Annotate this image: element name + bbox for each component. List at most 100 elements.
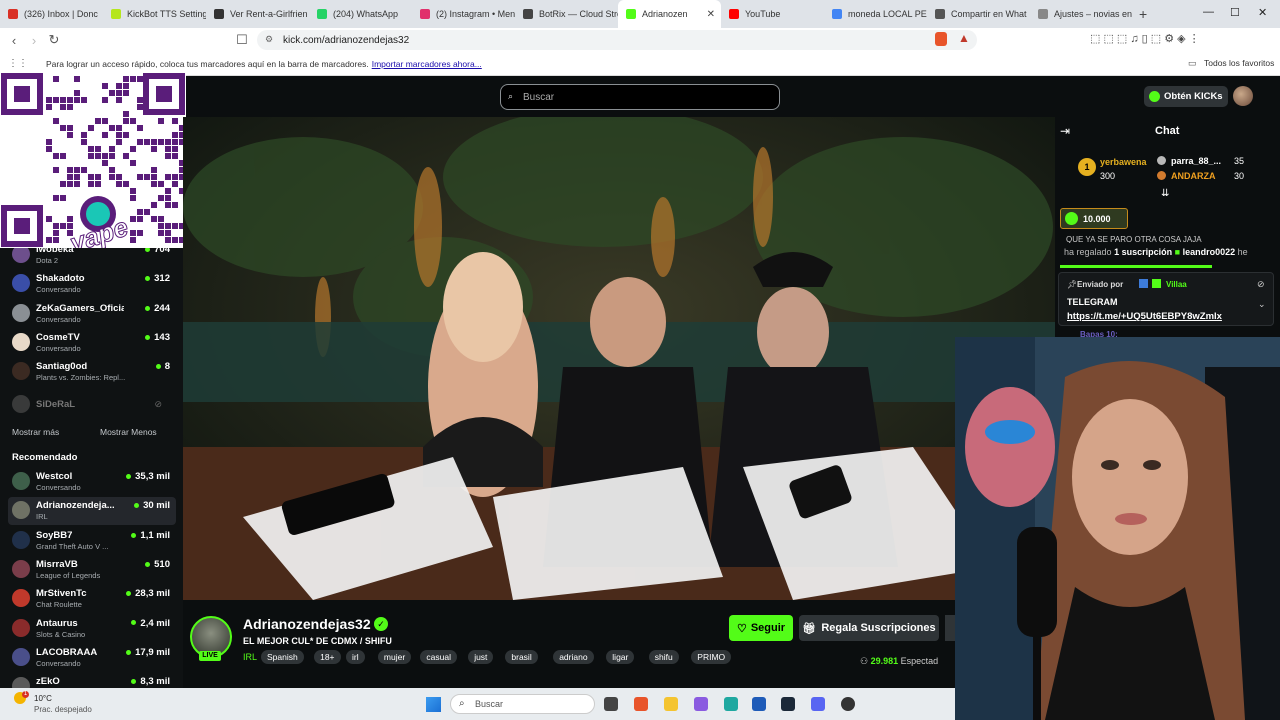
stream-tag[interactable]: brasil (505, 650, 538, 664)
store-icon[interactable] (752, 697, 766, 711)
stream-tag[interactable]: PRIMO (691, 650, 732, 664)
edge-icon[interactable] (724, 697, 738, 711)
import-bookmarks-link[interactable]: Importar marcadores ahora... (372, 59, 482, 69)
browser-tab[interactable]: KickBot TTS Settings (103, 0, 206, 28)
steam-icon[interactable] (781, 697, 795, 711)
brave-shield-icon[interactable] (935, 32, 947, 46)
unpin-icon[interactable]: ⊘ (1257, 279, 1265, 290)
gift-msg-user[interactable]: leandro0022 (1183, 247, 1236, 257)
browser-tab[interactable]: Compartir en What (927, 0, 1030, 28)
top-gifter-amount: 300 (1100, 171, 1116, 181)
brave-icon[interactable] (634, 697, 648, 711)
maximize-icon[interactable]: ☐ (1230, 6, 1240, 19)
viewer-count: ⚇ 29.981 Espectad (860, 656, 938, 667)
channel-category: Chat Roulette (36, 600, 82, 610)
windows-start-icon[interactable] (426, 697, 441, 712)
stream-tag[interactable]: casual (420, 650, 457, 664)
browser-tab[interactable]: YouTube (721, 0, 824, 28)
apps-grid-icon[interactable]: ⋮⋮ (8, 58, 28, 69)
address-toolbar: ‹ › ↻ ☐ ⚙ kick.com/adrianozendejas32 ▲ ⬚… (0, 28, 1280, 52)
tab-label: KickBot TTS Settings (127, 9, 206, 19)
stream-tag[interactable]: just (468, 650, 494, 664)
show-less-link[interactable]: Mostrar Menos (100, 427, 157, 437)
forward-icon[interactable]: › (24, 33, 44, 48)
close-window-icon[interactable]: ✕ (1258, 6, 1267, 19)
stream-tag[interactable]: ligar (606, 650, 635, 664)
reload-icon[interactable]: ↻ (44, 32, 64, 48)
sidebar-channel-item[interactable]: Antaurus Slots & Casino 2,4 mil (8, 615, 176, 643)
sidebar-channel-item[interactable]: Santiag0od Plants vs. Zombies: Repl... 8 (8, 358, 176, 386)
stream-tag[interactable]: adriano (553, 650, 594, 664)
sidebar-channel-item[interactable]: ZeKaGamers_Oficial Conversando 244 (8, 300, 176, 328)
sidebar-channel-item[interactable]: Adrianozendeja... IRL 30 mil (8, 497, 176, 526)
all-favorites[interactable]: Todos los favoritos (1204, 58, 1274, 68)
discord-icon[interactable] (811, 697, 825, 711)
sidebar-channel-item[interactable]: MrStivenTc Chat Roulette 28,3 mil (8, 585, 176, 613)
follow-button[interactable]: ♡ Seguir (729, 615, 793, 641)
url-bar[interactable]: ⚙ kick.com/adrianozendejas32 (257, 30, 977, 50)
browser-tab[interactable]: (326) Inbox | Donc (0, 0, 103, 28)
search-input[interactable]: ⌕ Buscar (500, 84, 780, 110)
more-actions-button[interactable] (945, 615, 955, 641)
expand-leaderboard-icon[interactable]: ⇊ (1161, 188, 1169, 199)
avatar (12, 618, 30, 637)
show-more-link[interactable]: Mostrar más (12, 427, 59, 437)
next-chat-user[interactable]: Bapas 10: (1080, 330, 1118, 337)
stream-category[interactable]: IRL (243, 652, 257, 662)
gifter-3-name[interactable]: ANDARZA (1171, 171, 1216, 181)
sidebar-channel-item[interactable]: LACOBRAAA Conversando 17,9 mil (8, 644, 176, 672)
new-tab-button[interactable]: + (1139, 6, 1147, 22)
stream-tag[interactable]: shifu (648, 650, 679, 664)
back-icon[interactable]: ‹ (4, 33, 24, 48)
stream-tag[interactable]: irl (346, 650, 365, 664)
browser-tab[interactable]: Adrianozen ✕ (618, 0, 721, 28)
sidebar-channel-item[interactable]: Westcol Conversando 35,3 mil (8, 468, 176, 496)
pinned-user[interactable]: Villaa (1166, 280, 1187, 289)
qr-code-image: yape (0, 72, 186, 259)
browser-tab[interactable]: (204) WhatsApp (309, 0, 412, 28)
close-tab-icon[interactable]: ✕ (707, 9, 715, 20)
stream-tag[interactable]: Spanish (261, 650, 304, 664)
silver-badge-icon (1157, 156, 1166, 165)
browser-tab[interactable]: BotRix — Cloud Stre (515, 0, 618, 28)
taskbar-search[interactable]: ⌕ Buscar (450, 694, 595, 714)
stream-tag[interactable]: 18+ (314, 650, 341, 664)
pinned-link[interactable]: https://t.me/+UQ5Ut6EBPY8wZmlx (1067, 311, 1222, 322)
channel-name: Westcol (36, 471, 73, 482)
top-gifter-name[interactable]: yerbawena (1100, 157, 1147, 167)
channel-category: Plants vs. Zombies: Repl... (36, 373, 126, 383)
user-avatar[interactable] (1233, 86, 1253, 106)
extensions-icon[interactable]: ⬚ ⬚ ⬚ ♫ ▯ ⬚ ⚙ ◈ ⋮ (1090, 32, 1200, 45)
obs-icon[interactable] (841, 697, 855, 711)
stream-tag[interactable]: mujer (377, 650, 412, 664)
collapse-chat-icon[interactable]: ⇥ (1060, 124, 1070, 138)
rewards-icon[interactable]: ▲ (958, 31, 970, 45)
file-explorer-icon[interactable] (664, 697, 678, 711)
weather-temp[interactable]: 10°C (34, 694, 52, 703)
sidebar-item-offline[interactable]: SiDeRaL ⊘ (8, 391, 176, 419)
avatar (12, 530, 30, 549)
task-view-icon[interactable] (604, 697, 618, 711)
minimize-icon[interactable]: — (1203, 6, 1214, 18)
video-player[interactable] (183, 117, 1055, 600)
channel-name[interactable]: Adrianozendejas32 (243, 616, 371, 632)
site-info-icon[interactable]: ⚙ (265, 34, 273, 45)
sidebar-channel-item[interactable]: Shakadoto Conversando 312 (8, 270, 176, 298)
browser-tab[interactable]: Ver Rent-a-Girlfrien (206, 0, 309, 28)
chevron-down-icon[interactable]: ⌄ (1258, 299, 1266, 310)
gifter-3-amount: 30 (1234, 171, 1245, 181)
sidebar-channel-item[interactable]: MisrraVB League of Legends 510 (8, 556, 176, 584)
avatar (12, 362, 30, 381)
sidebar-channel-item[interactable]: SoyBB7 Grand Theft Auto V ... 1,1 mil (8, 527, 176, 555)
channel-name: Antaurus (36, 617, 78, 629)
gift-subs-button[interactable]: 🎁︎ Regala Suscripciones (799, 615, 939, 641)
get-kicks-button[interactable]: Obtén KICKs (1144, 86, 1228, 107)
browser-tab[interactable]: (2) Instagram • Men (412, 0, 515, 28)
browser-tab[interactable]: Ajustes – novias en (1030, 0, 1133, 28)
gifter-2-name[interactable]: parra_88_... (1171, 156, 1221, 166)
bookmark-icon[interactable]: ☐ (232, 32, 252, 48)
browser-tab[interactable]: moneda LOCAL PE (824, 0, 927, 28)
sidebar-channel-item[interactable]: CosmeTV Conversando 143 (8, 329, 176, 357)
channel-name: CosmeTV (36, 331, 80, 343)
copilot-icon[interactable] (694, 697, 708, 711)
